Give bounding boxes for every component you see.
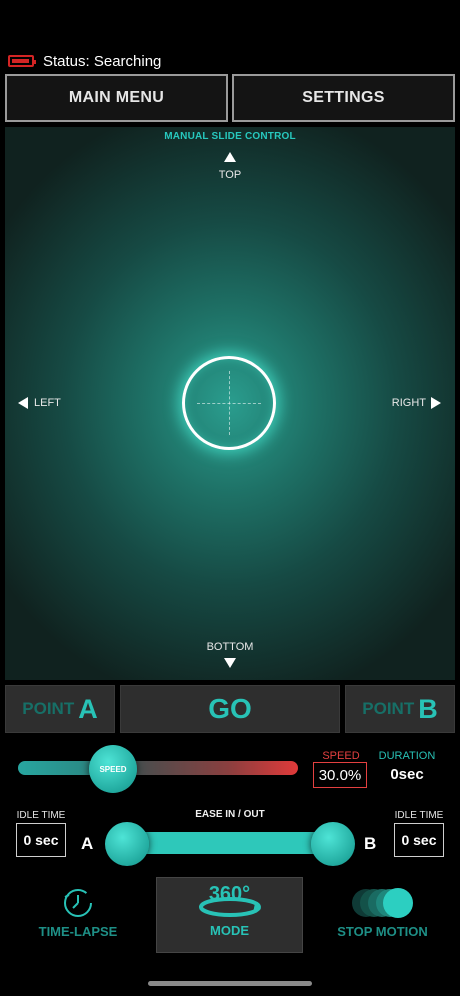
joystick-handle[interactable] bbox=[182, 356, 276, 450]
speed-label: SPEED bbox=[322, 750, 360, 762]
main-menu-button[interactable]: MAIN MENU bbox=[5, 74, 228, 122]
pad-title: MANUAL SLIDE CONTROL bbox=[164, 131, 296, 142]
battery-icon bbox=[8, 55, 36, 67]
ease-in-knob[interactable] bbox=[105, 822, 149, 866]
stop-motion-mode-button[interactable]: STOP MOTION bbox=[325, 877, 440, 953]
ease-point-a-label: A bbox=[81, 834, 94, 853]
home-indicator bbox=[148, 981, 312, 986]
speed-value: 30.0% bbox=[313, 762, 367, 788]
label-bottom: BOTTOM bbox=[206, 641, 254, 653]
stop-motion-label: STOP MOTION bbox=[337, 924, 428, 939]
point-b-word: POINT bbox=[362, 699, 415, 718]
manual-slide-control-pad[interactable]: MANUAL SLIDE CONTROL TOP LEFT RIGHT BOTT… bbox=[5, 127, 455, 680]
point-a-button[interactable]: POINT A bbox=[5, 685, 115, 733]
status-bar: Status: Searching bbox=[8, 50, 161, 72]
label-right: RIGHT bbox=[391, 397, 426, 409]
arrow-right-icon bbox=[431, 397, 441, 409]
point-b-button[interactable]: POINT B bbox=[345, 685, 455, 733]
idle-time-left-field[interactable]: 0 sec bbox=[16, 823, 66, 857]
arrow-down-icon bbox=[224, 658, 236, 668]
arrow-left-icon bbox=[18, 397, 28, 409]
360-badge: 360° bbox=[208, 883, 251, 905]
idle-time-left-label: IDLE TIME bbox=[16, 810, 66, 821]
ease-out-knob[interactable] bbox=[311, 822, 355, 866]
label-left: LEFT bbox=[34, 397, 61, 409]
go-button[interactable]: GO bbox=[120, 685, 340, 733]
speed-slider-track[interactable] bbox=[18, 761, 298, 775]
rotate-360-icon: 360° bbox=[197, 883, 263, 919]
idle-time-right-field[interactable]: 0 sec bbox=[394, 823, 444, 857]
time-lapse-mode-button[interactable]: TIME-LAPSE bbox=[18, 877, 138, 953]
point-a-letter: A bbox=[78, 693, 98, 724]
duration-label: DURATION bbox=[378, 750, 436, 762]
ease-slider-track[interactable] bbox=[126, 832, 336, 854]
stop-motion-icon bbox=[351, 888, 413, 918]
settings-button[interactable]: SETTINGS bbox=[232, 74, 455, 122]
speed-slider-knob[interactable]: SPEED bbox=[89, 745, 137, 793]
crosshair-vertical bbox=[229, 371, 230, 435]
360-mode-button[interactable]: 360° MODE bbox=[156, 877, 303, 953]
idle-time-right-label: IDLE TIME bbox=[394, 810, 444, 821]
status-text: Status: Searching bbox=[43, 52, 162, 70]
ease-label: EASE IN / OUT bbox=[195, 809, 265, 820]
duration-value[interactable]: 0sec bbox=[374, 766, 440, 783]
ease-point-b-label: B bbox=[364, 834, 377, 853]
clock-icon bbox=[64, 889, 92, 917]
arrow-up-icon bbox=[224, 152, 236, 162]
mode-label: MODE bbox=[210, 923, 249, 938]
point-b-letter: B bbox=[418, 693, 438, 724]
point-a-word: POINT bbox=[22, 699, 75, 718]
label-top: TOP bbox=[218, 169, 242, 181]
time-lapse-label: TIME-LAPSE bbox=[38, 924, 118, 939]
